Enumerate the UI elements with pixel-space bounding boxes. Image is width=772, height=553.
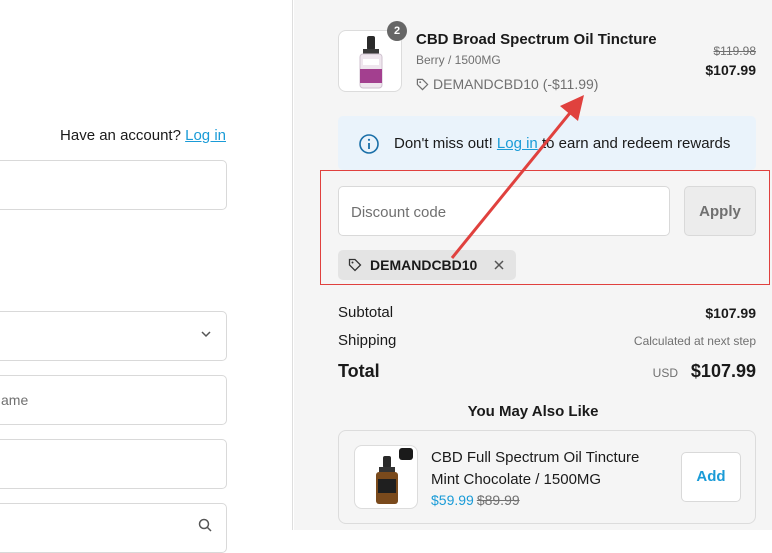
rewards-banner-suffix: to earn and redeem rewards — [541, 135, 731, 152]
total-value: $107.99 — [690, 361, 756, 381]
login-link[interactable]: Log in — [185, 127, 226, 144]
account-prompt: Have an account? Log in — [60, 127, 226, 144]
rewards-login-link[interactable]: Log in — [497, 135, 538, 152]
shipping-label: Shipping — [338, 332, 397, 349]
close-icon[interactable] — [493, 255, 505, 276]
recommendations-heading: You May Also Like — [467, 403, 599, 420]
account-prompt-text: Have an account? — [60, 127, 181, 144]
discount-code-input[interactable]: Discount code — [338, 186, 670, 236]
rewards-banner-prefix: Don't miss out! — [394, 135, 493, 152]
recommendation-thumbnail — [354, 445, 418, 509]
recommendation-price: $59.99 $89.99 — [431, 492, 520, 508]
company-field[interactable] — [0, 439, 227, 489]
quantity-badge: 2 — [387, 21, 407, 41]
checkout-form-panel: Have an account? Log in ame — [0, 0, 293, 553]
rewards-banner: Don't miss out! Log in to earn and redee… — [338, 116, 756, 170]
recommendation-original-price: $89.99 — [476, 492, 520, 508]
recommendation-title: CBD Full Spectrum Oil Tincture — [431, 449, 640, 466]
product-original-price: $119.98 — [713, 44, 757, 58]
rewards-banner-text: Don't miss out! Log in to earn and redee… — [394, 135, 730, 152]
total-currency: USD — [652, 366, 678, 380]
recommendation-variant: Mint Chocolate / 1500MG — [431, 471, 602, 488]
recommendation-card: CBD Full Spectrum Oil Tincture Mint Choc… — [338, 430, 756, 524]
last-name-field-placeholder: ame — [1, 392, 29, 408]
last-name-field[interactable]: ame — [0, 375, 227, 425]
order-summary-panel: 2 CBD Broad Spectrum Oil Tincture Berry … — [294, 0, 772, 530]
tag-icon — [416, 78, 429, 91]
total-label: Total — [338, 361, 380, 381]
product-discount-text: DEMANDCBD10 (-$11.99) — [433, 76, 599, 92]
add-button[interactable]: Add — [681, 452, 741, 502]
product-title: CBD Broad Spectrum Oil Tincture — [416, 31, 657, 48]
info-icon — [359, 134, 379, 154]
chevron-down-icon — [200, 327, 212, 343]
product-price: $107.99 — [705, 62, 756, 78]
discount-code-placeholder: Discount code — [351, 204, 447, 221]
tag-icon — [348, 258, 362, 272]
applied-discount-tag: DEMANDCBD10 — [338, 250, 516, 280]
applied-discount-code: DEMANDCBD10 — [370, 257, 478, 273]
subtotal-value: $107.99 — [705, 305, 756, 321]
apply-button[interactable]: Apply — [684, 186, 756, 236]
country-select[interactable] — [0, 311, 227, 361]
tincture-bottle-image — [376, 448, 413, 504]
address-field[interactable] — [0, 503, 227, 553]
product-discount: DEMANDCBD10 (-$11.99) — [416, 76, 598, 92]
product-variant: Berry / 1500MG — [416, 53, 501, 67]
shipping-value: Calculated at next step — [633, 334, 756, 348]
subtotal-label: Subtotal — [338, 304, 394, 321]
recommendation-sale-price: $59.99 — [431, 492, 474, 508]
email-field[interactable] — [0, 160, 227, 210]
